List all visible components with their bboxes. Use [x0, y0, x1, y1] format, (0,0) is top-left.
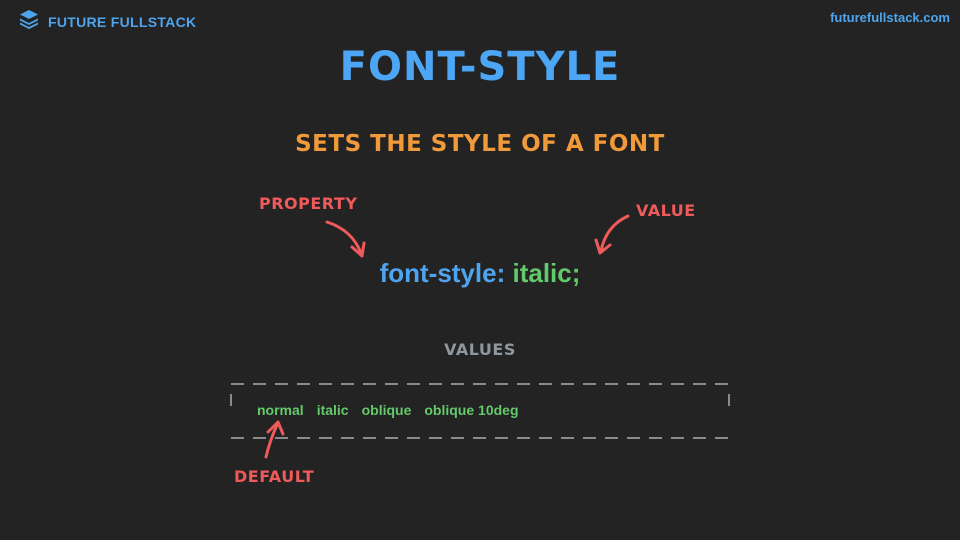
- values-box: normal italic oblique oblique 10deg: [229, 382, 731, 440]
- site-url-link[interactable]: futurefullstack.com: [830, 10, 950, 25]
- slide-title: FONT-STYLE: [339, 44, 621, 90]
- brand-name: FUTURE FULLSTACK: [48, 13, 197, 30]
- value-item-oblique: oblique: [361, 402, 412, 418]
- value-annotation: VALUE: [636, 201, 696, 220]
- value-item-normal: normal: [257, 402, 304, 418]
- default-annotation: DEFAULT: [234, 467, 315, 486]
- code-example: font-style: italic;: [0, 258, 960, 289]
- brand[interactable]: FUTURE FULLSTACK: [18, 8, 196, 35]
- code-property: font-style:: [379, 258, 506, 288]
- slide-subtitle: SETS THE STYLE OF A FONT: [295, 131, 665, 157]
- value-item-italic: italic: [316, 402, 349, 418]
- property-annotation: PROPERTY: [259, 194, 358, 213]
- code-value: italic;: [512, 258, 581, 288]
- value-item-oblique-10deg: oblique 10deg: [424, 402, 519, 418]
- values-list: normal italic oblique oblique 10deg: [257, 402, 519, 418]
- values-label: VALUES: [444, 340, 516, 359]
- layers-stack-icon: [18, 8, 40, 35]
